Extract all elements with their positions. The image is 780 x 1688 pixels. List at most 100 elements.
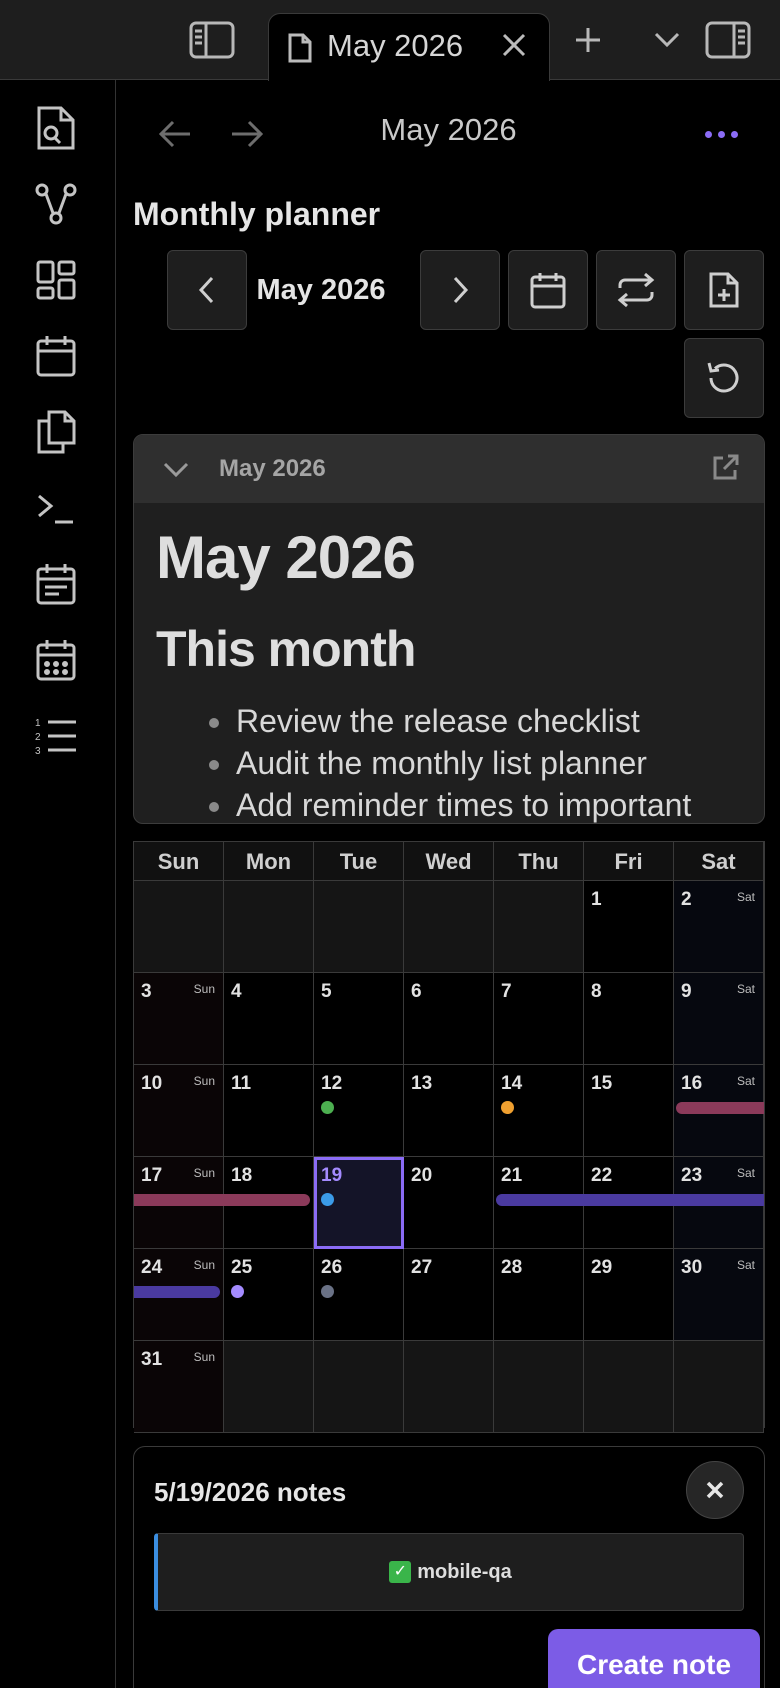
canvas-grid-icon[interactable]	[32, 256, 80, 304]
calendar-day-31[interactable]: 31 Sun	[134, 1341, 224, 1433]
event-dot[interactable]	[321, 1193, 334, 1206]
calendar-day-12[interactable]: 12	[314, 1065, 404, 1157]
embed-note-name: May 2026	[219, 455, 326, 482]
calendar-day-20[interactable]: 20	[404, 1157, 494, 1249]
note-item-label: mobile-qa	[417, 1560, 512, 1583]
calendar-day-23[interactable]: 23 Sat	[674, 1157, 764, 1249]
day-number: 26	[321, 1257, 343, 1278]
daily-note-calendar-icon[interactable]	[32, 332, 80, 380]
calendar-day-22[interactable]: 22	[584, 1157, 674, 1249]
day-number: 1	[591, 889, 602, 910]
left-ribbon: 1 2 3	[0, 80, 116, 1688]
create-note-button[interactable]: Create note	[548, 1629, 760, 1688]
list-item: Add reminder times to important	[209, 784, 756, 823]
calendar-day-10[interactable]: 10 Sun	[134, 1065, 224, 1157]
embed-header[interactable]: May 2026	[134, 435, 764, 503]
calendar-empty-cell	[494, 1341, 584, 1433]
multi-day-event-bar[interactable]	[674, 1194, 764, 1206]
calendar-day-24[interactable]: 24 Sun	[134, 1249, 224, 1341]
calendar-day-6[interactable]: 6	[404, 973, 494, 1065]
event-dot[interactable]	[501, 1101, 514, 1114]
new-tab-icon[interactable]	[564, 18, 612, 62]
multi-day-event-bar[interactable]	[134, 1286, 220, 1298]
calendar-empty-cell	[224, 1341, 314, 1433]
previous-month-button[interactable]	[167, 250, 247, 330]
list-item: Review the release checklist	[209, 700, 756, 742]
calendar-empty-cell	[134, 881, 224, 973]
calendar-list-icon[interactable]	[32, 560, 80, 608]
calendar-day-19[interactable]: 19	[314, 1157, 404, 1249]
day-number: 13	[411, 1073, 433, 1094]
multi-day-event-bar[interactable]	[584, 1194, 674, 1206]
tab-may-2026[interactable]: May 2026	[268, 13, 550, 81]
weekend-tag: Sat	[736, 982, 755, 996]
next-month-button[interactable]	[420, 250, 500, 330]
note-item-mobile-qa[interactable]: ✓ mobile-qa	[154, 1533, 744, 1611]
calendar-day-26[interactable]: 26	[314, 1249, 404, 1341]
day-number: 31	[141, 1349, 163, 1370]
current-month-label: May 2026	[256, 274, 386, 306]
event-dot[interactable]	[231, 1285, 244, 1298]
multi-day-event-bar[interactable]	[496, 1194, 584, 1206]
multi-day-event-bar[interactable]	[224, 1194, 310, 1206]
calendar-grid-icon[interactable]	[32, 636, 80, 684]
new-file-button[interactable]	[684, 250, 764, 330]
event-dot[interactable]	[321, 1285, 334, 1298]
day-number: 9	[681, 981, 692, 1002]
calendar-day-21[interactable]: 21	[494, 1157, 584, 1249]
day-number: 17	[141, 1165, 163, 1186]
toggle-right-sidebar-icon[interactable]	[704, 18, 752, 62]
calendar-day-27[interactable]: 27	[404, 1249, 494, 1341]
day-number: 12	[321, 1073, 343, 1094]
weekend-tag: Sat	[736, 1258, 755, 1272]
calendar-day-29[interactable]: 29	[584, 1249, 674, 1341]
search-file-icon[interactable]	[32, 104, 80, 152]
terminal-icon[interactable]	[32, 484, 80, 532]
calendar-day-30[interactable]: 30 Sat	[674, 1249, 764, 1341]
day-number: 19	[321, 1165, 343, 1186]
more-options-icon[interactable]	[697, 116, 745, 152]
weekday-sat: Sat	[674, 842, 764, 881]
close-notes-button[interactable]	[686, 1461, 744, 1519]
weekday-mon: Mon	[224, 842, 314, 881]
calendar-day-13[interactable]: 13	[404, 1065, 494, 1157]
day-number: 4	[231, 981, 242, 1002]
calendar-picker-button[interactable]	[508, 250, 588, 330]
day-notes-panel: 5/19/2026 notes ✓ mobile-qa Create note	[133, 1446, 765, 1688]
calendar-day-5[interactable]: 5	[314, 973, 404, 1065]
reset-button[interactable]	[684, 338, 764, 418]
calendar-day-25[interactable]: 25	[224, 1249, 314, 1341]
calendar-day-17[interactable]: 17 Sun	[134, 1157, 224, 1249]
toggle-left-sidebar-icon[interactable]	[188, 18, 236, 62]
graph-view-icon[interactable]	[32, 180, 80, 228]
day-number: 3	[141, 981, 152, 1002]
calendar-empty-cell	[584, 1341, 674, 1433]
calendar-day-8[interactable]: 8	[584, 973, 674, 1065]
calendar-day-4[interactable]: 4	[224, 973, 314, 1065]
calendar-day-18[interactable]: 18	[224, 1157, 314, 1249]
numbered-list-icon[interactable]: 1 2 3	[32, 712, 80, 760]
weekend-tag: Sun	[193, 1350, 215, 1364]
calendar-day-11[interactable]: 11	[224, 1065, 314, 1157]
copy-files-icon[interactable]	[32, 408, 80, 456]
day-number: 10	[141, 1073, 163, 1094]
repeat-button[interactable]	[596, 250, 676, 330]
calendar-day-1[interactable]: 1	[584, 881, 674, 973]
multi-day-event-bar[interactable]	[676, 1102, 764, 1114]
calendar-day-3[interactable]: 3 Sun	[134, 973, 224, 1065]
calendar-day-14[interactable]: 14	[494, 1065, 584, 1157]
event-dot[interactable]	[321, 1101, 334, 1114]
tab-list-chevron-icon[interactable]	[643, 18, 691, 62]
close-tab-icon[interactable]	[499, 30, 529, 65]
collapse-chevron-icon[interactable]	[162, 455, 190, 488]
calendar-day-2[interactable]: 2 Sat	[674, 881, 764, 973]
calendar-day-16[interactable]: 16 Sat	[674, 1065, 764, 1157]
day-number: 8	[591, 981, 602, 1002]
calendar-day-9[interactable]: 9 Sat	[674, 973, 764, 1065]
open-external-icon[interactable]	[710, 453, 740, 488]
calendar-day-28[interactable]: 28	[494, 1249, 584, 1341]
multi-day-event-bar[interactable]	[134, 1194, 224, 1206]
calendar-day-7[interactable]: 7	[494, 973, 584, 1065]
day-number: 30	[681, 1257, 703, 1278]
calendar-day-15[interactable]: 15	[584, 1065, 674, 1157]
